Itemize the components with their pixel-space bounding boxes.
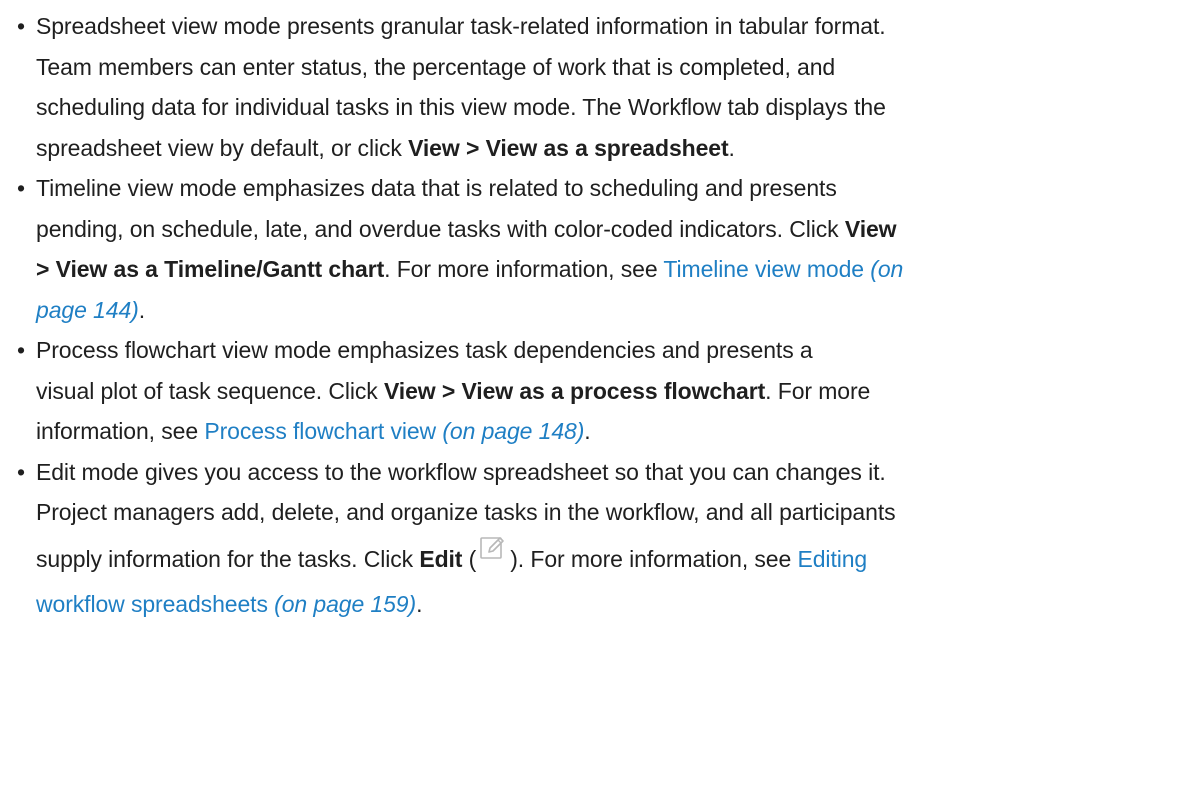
link-text: workflow spreadsheets (36, 590, 268, 617)
link-text: Timeline view mode (663, 256, 864, 282)
menu-path-bold: View > View as a spreadsheet (408, 134, 729, 161)
page-ref: (on page 159) (274, 590, 417, 617)
text-line: information, see Process flowchart view … (36, 411, 1179, 452)
page-ref: page 144) (36, 296, 139, 323)
page-ref: (on page 148) (442, 418, 585, 444)
text-line: pending, on schedule, late, and overdue … (36, 209, 1179, 250)
text-run: visual plot of task sequence. Click (36, 377, 384, 404)
text-line: supply information for the tasks. Click … (36, 533, 1179, 584)
text-line: Team members can enter status, the perce… (36, 53, 836, 80)
menu-path-bold: > View as a Timeline/Gantt chart (36, 256, 385, 282)
bullet-marker: • (17, 458, 25, 485)
link-text: Process flowchart view (204, 418, 437, 444)
view-modes-list: • Spreadsheet view mode presents granula… (17, 6, 1179, 625)
edit-icon (478, 533, 508, 563)
bullet-marker: • (17, 13, 25, 39)
text-line: Project managers add, delete, and organi… (36, 499, 896, 525)
text-run: . For more (765, 377, 871, 404)
text-line: Process flowchart view mode emphasizes t… (36, 337, 813, 363)
document-page: • Spreadsheet view mode presents granula… (0, 0, 1191, 624)
list-item-process-flowchart-view: • Process flowchart view mode emphasizes… (17, 330, 1179, 452)
text-line: page 144). (36, 290, 1179, 331)
text-run: . (584, 418, 591, 444)
page-ref: (on (870, 256, 904, 282)
text-line: spreadsheet view by default, or click Vi… (36, 128, 1179, 169)
text-run: ( (462, 545, 477, 572)
text-run: ). For more information, see (510, 545, 798, 572)
menu-path-bold: View > View as a process flowchart (383, 377, 766, 404)
text-run: information, see (36, 418, 205, 444)
text-line: Timeline view mode emphasizes data that … (36, 175, 837, 201)
timeline-view-mode-link[interactable]: Timeline view mode (on (663, 256, 903, 282)
text-line: Edit mode gives you access to the workfl… (36, 458, 886, 485)
text-run: . (138, 296, 145, 323)
timeline-view-mode-link-cont[interactable]: page 144) (36, 297, 139, 323)
editing-workflow-spreadsheets-link[interactable]: Editing (798, 546, 868, 572)
bullet-marker: • (17, 175, 25, 201)
text-run: supply information for the tasks. Click (36, 545, 420, 572)
editing-workflow-spreadsheets-link-cont[interactable]: workflow spreadsheets (on page 159) (36, 591, 416, 617)
text-run: . For more information, see (384, 256, 664, 282)
text-run: . (416, 590, 423, 617)
process-flowchart-view-link[interactable]: Process flowchart view (on page 148) (204, 418, 584, 444)
text-line: workflow spreadsheets (on page 159). (36, 584, 1179, 625)
text-line: Spreadsheet view mode presents granular … (36, 13, 886, 39)
list-item-spreadsheet-view: • Spreadsheet view mode presents granula… (17, 6, 1179, 169)
list-item-timeline-view: • Timeline view mode emphasizes data tha… (17, 168, 1179, 331)
text-line: visual plot of task sequence. Click View… (36, 371, 1179, 412)
text-line: scheduling data for individual tasks in … (36, 94, 886, 120)
text-run: pending, on schedule, late, and overdue … (36, 215, 845, 242)
text-line: > View as a Timeline/Gantt chart. For mo… (36, 249, 1179, 290)
list-item-edit-mode: • Edit mode gives you access to the work… (17, 452, 1179, 625)
text-run: . (728, 134, 735, 161)
text-run: spreadsheet view by default, or click (36, 134, 409, 161)
menu-path-bold: View (844, 215, 897, 242)
edit-label-bold: Edit (419, 545, 463, 572)
bullet-marker: • (17, 337, 25, 363)
